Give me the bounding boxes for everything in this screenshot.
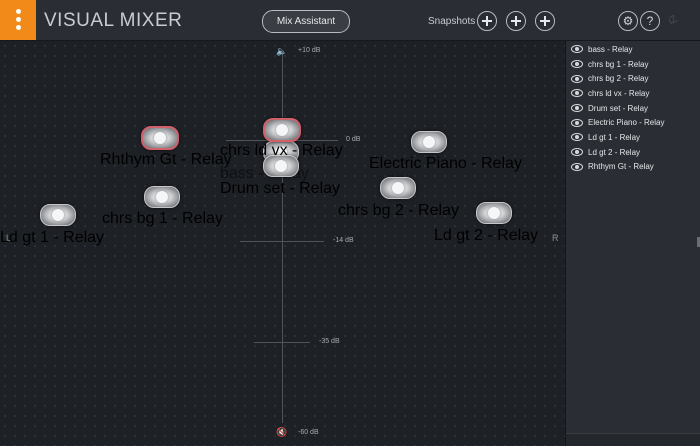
track-core [154,132,166,144]
list-item-label: Ld gt 2 - Relay [588,147,641,157]
track-core [392,182,404,194]
menu-dot-icon [16,9,21,14]
track-core [52,209,64,221]
track-core [156,191,168,203]
add-snapshot-3-button[interactable] [535,11,555,31]
list-item-label: chrs ld vx - Relay [588,88,650,98]
right-pan-label: R [552,233,559,243]
track-handle[interactable] [40,204,76,226]
track-core [423,136,435,148]
eye-icon[interactable] [571,133,583,142]
list-item[interactable]: chrs bg 1 - Relay [567,57,699,72]
list-item[interactable]: Ld gt 1 - Relay [567,130,699,145]
menu-dot-icon [16,25,21,30]
eye-icon[interactable] [571,162,583,171]
eye-icon[interactable] [571,45,583,54]
eye-icon[interactable] [571,60,583,69]
settings-gear-icon[interactable]: ⚙ [618,11,638,31]
track-handle[interactable] [476,202,512,224]
list-item[interactable]: Electric Piano - Relay [567,115,699,130]
app-title: VISUAL MIXER [44,10,183,31]
menu-dot-icon [16,17,21,22]
mix-assistant-button[interactable]: Mix Assistant [262,10,350,33]
eye-icon[interactable] [571,74,583,83]
track-core [276,124,288,136]
help-icon[interactable]: ? [640,11,660,31]
db-label-minus35: -35 dB [319,338,340,345]
list-item-label: chrs bg 1 - Relay [588,59,649,69]
track-handle[interactable] [263,155,299,177]
list-item[interactable]: Drum set - Relay [567,101,699,116]
izotope-logo: iZ [666,13,680,28]
list-item[interactable]: Ld gt 2 - Relay [567,145,699,160]
eye-icon[interactable] [571,104,583,113]
track-handle[interactable] [380,177,416,199]
header-bar: VISUAL MIXER Mix Assistant Snapshots ⚙ ?… [0,0,700,41]
minus35-db-line [254,342,310,343]
eye-icon[interactable] [571,89,583,98]
list-item-label: Drum set - Relay [588,103,649,113]
panel-footer [566,433,700,446]
speaker-icon: 🔈 [276,46,288,56]
list-item[interactable]: chrs ld vx - Relay [567,86,699,101]
track-label: Ld gt 1 - Relay [0,229,105,246]
track-core [275,160,287,172]
db-label-bottom: -60 dB [298,429,319,436]
list-item[interactable]: bass - Relay [567,42,699,57]
track-handle[interactable] [144,186,180,208]
add-snapshot-1-button[interactable] [477,11,497,31]
track-label: chrs bg 2 - Relay [338,202,459,219]
eye-icon[interactable] [571,148,583,157]
db-label-top: +10 dB [298,47,321,54]
eye-icon[interactable] [571,118,583,127]
db-label-zero: 0 dB [346,136,361,143]
list-item-label: Rhthym Gt - Relay [588,162,654,172]
snapshots-label: Snapshots [428,16,476,27]
list-item-label: Electric Piano - Relay [588,118,665,128]
list-item[interactable]: chrs bg 2 - Relay [567,71,699,86]
track-core [488,207,500,219]
track-label: Electric Piano - Relay [369,155,522,172]
mixer-stage[interactable]: 🔈 +10 dB 0 dB -14 dB -35 dB 🔇 -60 dB L R… [0,41,565,446]
track-handle[interactable] [141,126,179,150]
track-label: chrs bg 1 - Relay [102,210,223,227]
list-item-label: Ld gt 1 - Relay [588,132,641,142]
main-menu-button[interactable] [0,0,36,40]
track-handle[interactable] [411,131,447,153]
list-item-label: chrs bg 2 - Relay [588,74,649,84]
minus14-db-line [240,241,324,242]
list-item[interactable]: Rhthym Gt - Relay [567,160,699,175]
track-label: Ld gt 2 - Relay [434,227,539,244]
mute-speaker-icon: 🔇 [276,427,288,437]
add-snapshot-2-button[interactable] [506,11,526,31]
list-item-label: bass - Relay [588,44,633,54]
track-handle[interactable] [263,118,301,142]
track-list-panel: bass - Relay chrs bg 1 - Relay chrs bg 2… [565,41,700,446]
track-list: bass - Relay chrs bg 1 - Relay chrs bg 2… [567,41,699,433]
db-label-minus14: -14 dB [333,237,354,244]
volume-axis [282,51,283,423]
track-label: Drum set - Relay [220,180,341,197]
track-label: Rhthym Gt - Relay [100,151,232,168]
